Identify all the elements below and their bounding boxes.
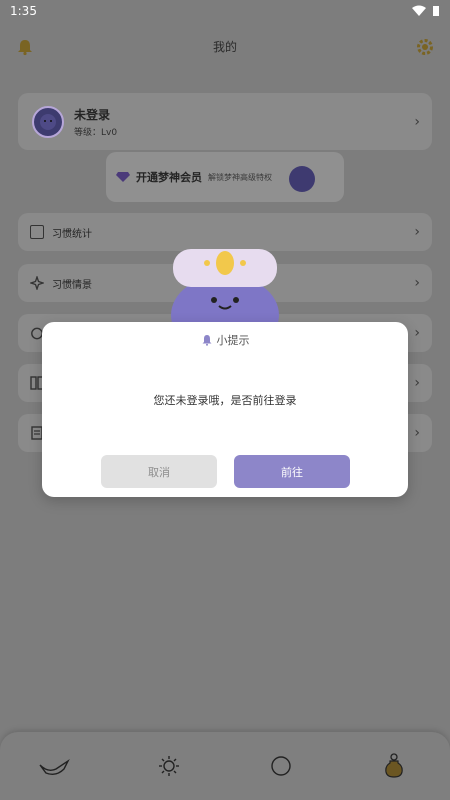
page-title: 我的 bbox=[212, 39, 237, 54]
chevron-right-icon: › bbox=[414, 224, 420, 240]
dialog-message: 您还未登录哦，是否前往登录 bbox=[153, 394, 297, 407]
menu-item-label: 习惯统计 bbox=[52, 228, 92, 240]
cancel-button[interactable]: 取消 bbox=[101, 455, 217, 488]
status-time: 1:35 bbox=[10, 4, 37, 18]
sparkle-icon bbox=[30, 276, 44, 290]
profile-card[interactable]: 未登录 等级：Lv0 › bbox=[18, 93, 432, 150]
avatar bbox=[32, 105, 64, 138]
vip-subtitle: 解锁梦神高级特权 bbox=[208, 172, 272, 182]
tab-sun[interactable] bbox=[149, 746, 189, 786]
tab-lamp[interactable] bbox=[36, 746, 76, 786]
magic-lamp-icon bbox=[39, 758, 71, 776]
settings-gear-icon[interactable] bbox=[416, 38, 434, 56]
vip-banner[interactable]: 开通梦神会员 解锁梦神高级特权 bbox=[106, 152, 344, 202]
chevron-right-icon: › bbox=[414, 375, 420, 391]
dialog-title: 小提示 bbox=[216, 334, 250, 347]
header: 我的 bbox=[0, 22, 450, 70]
login-prompt-dialog: 小提示 您还未登录哦，是否前往登录 取消 前往 bbox=[42, 322, 408, 497]
profile-level: 等级：Lv0 bbox=[74, 127, 118, 138]
potion-icon bbox=[384, 753, 403, 778]
profile-name: 未登录 bbox=[74, 107, 111, 122]
chevron-right-icon: › bbox=[414, 425, 420, 441]
status-bar: 1:35 bbox=[0, 0, 450, 22]
bell-icon bbox=[202, 335, 211, 346]
tab-potion[interactable] bbox=[374, 746, 414, 786]
diamond-icon bbox=[116, 172, 130, 182]
dialog-header: 小提示 bbox=[42, 332, 408, 348]
circle-icon bbox=[271, 756, 291, 776]
menu-item-label: 习惯情景 bbox=[52, 279, 92, 291]
clipboard-icon bbox=[30, 225, 44, 239]
chevron-right-icon: › bbox=[414, 325, 420, 341]
vip-mascot-moon-icon bbox=[289, 157, 318, 197]
mascot-illustration bbox=[171, 249, 279, 333]
bottom-tab-bar bbox=[0, 732, 450, 800]
avatar-mascot-icon bbox=[40, 113, 56, 130]
chevron-right-icon: › bbox=[414, 275, 420, 291]
battery-icon bbox=[433, 6, 439, 16]
vip-title: 开通梦神会员 bbox=[136, 171, 202, 184]
wifi-icon bbox=[412, 5, 426, 16]
sun-icon bbox=[158, 756, 179, 776]
go-login-button[interactable]: 前往 bbox=[234, 455, 350, 488]
status-icons bbox=[412, 5, 440, 17]
tab-circle[interactable] bbox=[261, 746, 301, 786]
notification-bell-icon[interactable] bbox=[16, 38, 34, 56]
chevron-right-icon: › bbox=[414, 113, 420, 130]
